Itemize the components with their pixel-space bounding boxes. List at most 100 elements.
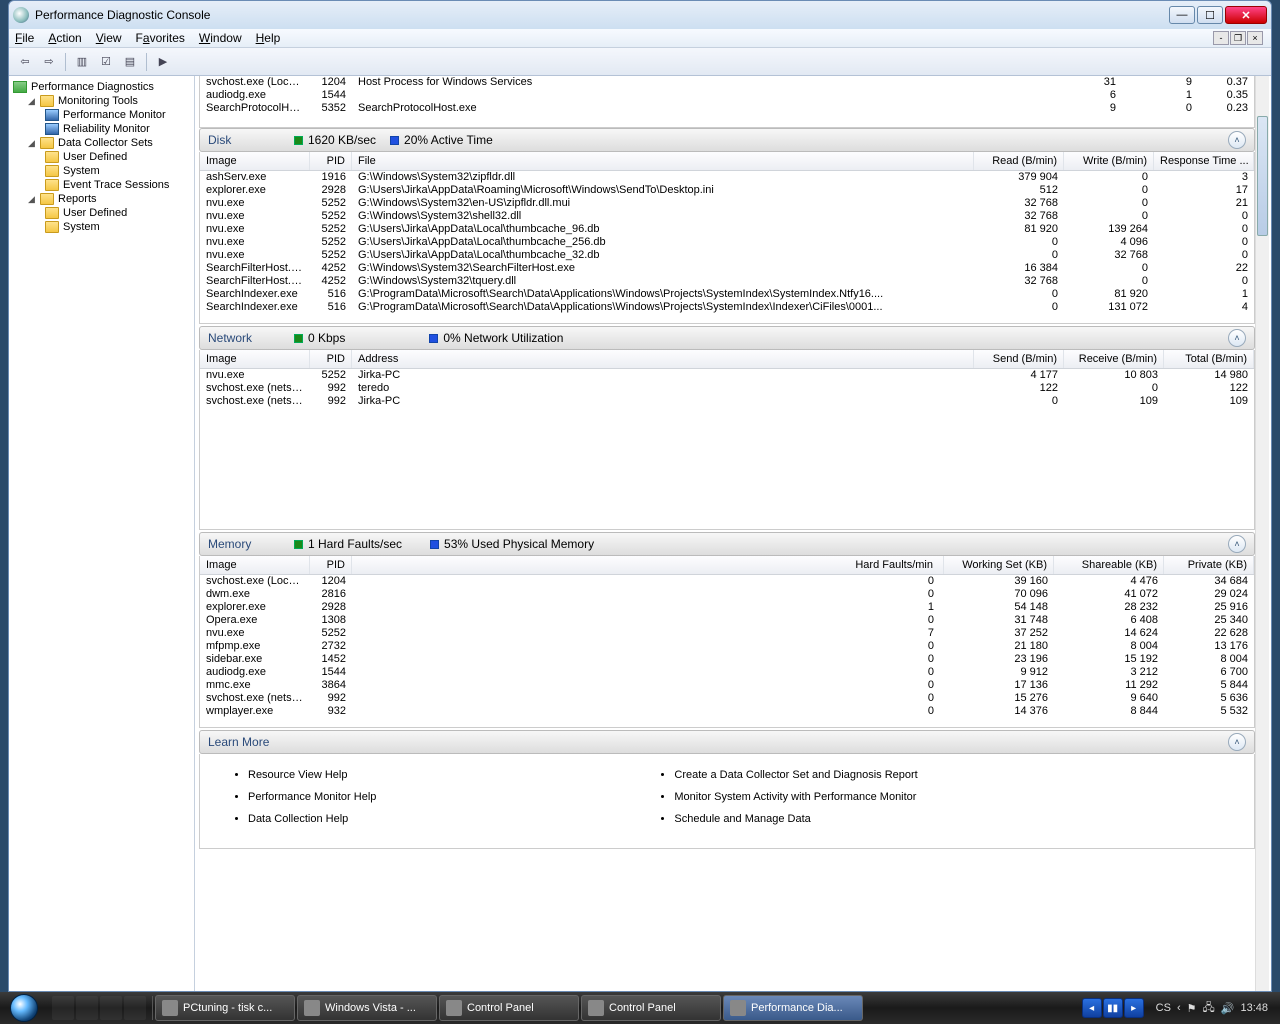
tree-performance-monitor[interactable]: Performance Monitor [11,108,192,122]
menu-help[interactable]: Help [256,31,281,45]
language-indicator[interactable]: CS [1156,1002,1171,1014]
tree-event-trace-sessions[interactable]: Event Trace Sessions [11,178,192,192]
help-link[interactable]: Performance Monitor Help [248,786,376,808]
main-content: svchost.exe (LocalS...1204Host Process f… [195,76,1271,991]
disk-columns[interactable]: ImagePIDFileRead (B/min)Write (B/min)Res… [200,152,1254,171]
table-row[interactable]: ashServ.exe1916G:\Windows\System32\zipfl… [200,171,1254,184]
table-row[interactable]: nvu.exe5252G:\Users\Jirka\AppData\Local\… [200,236,1254,249]
clock[interactable]: 13:48 [1240,1002,1268,1014]
table-row[interactable]: nvu.exe5252G:\Windows\System32\en-US\zip… [200,197,1254,210]
start-button[interactable] [4,992,44,1024]
table-row[interactable]: explorer.exe2928G:\Users\Jirka\AppData\R… [200,184,1254,197]
table-row[interactable]: mfpmp.exe2732021 1808 00413 176 [200,640,1254,653]
help-link[interactable]: Resource View Help [248,764,376,786]
tree-reliability-monitor[interactable]: Reliability Monitor [11,122,192,136]
table-row[interactable]: nvu.exe5252737 25214 62422 628 [200,627,1254,640]
table-row[interactable]: wmplayer.exe932014 3768 8445 532 [200,705,1254,718]
network-columns[interactable]: ImagePIDAddressSend (B/min)Receive (B/mi… [200,350,1254,369]
help-link[interactable]: Monitor System Activity with Performance… [674,786,917,808]
menu-action[interactable]: Action [48,31,81,45]
table-row[interactable]: nvu.exe5252Jirka-PC4 17710 80314 980 [200,369,1254,382]
help-link[interactable]: Data Collection Help [248,808,376,830]
table-row[interactable]: SearchProtocolHos...5352SearchProtocolHo… [200,102,1254,115]
collapse-button[interactable]: ˄ [1228,329,1246,347]
table-row[interactable]: nvu.exe5252G:\Windows\System32\shell32.d… [200,210,1254,223]
table-row[interactable]: nvu.exe5252G:\Users\Jirka\AppData\Local\… [200,223,1254,236]
back-button[interactable]: ⇦ [15,52,35,72]
forward-button[interactable]: ⇨ [39,52,59,72]
table-row[interactable]: audiodg.exe1544610.35 [200,89,1254,102]
collapse-button[interactable]: ˄ [1228,535,1246,553]
table-row[interactable]: mmc.exe3864017 13611 2925 844 [200,679,1254,692]
memory-columns[interactable]: ImagePIDHard Faults/minWorking Set (KB)S… [200,556,1254,575]
mdi-close-button[interactable]: × [1247,31,1263,45]
tree-data-collector-sets[interactable]: ◢Data Collector Sets [11,136,192,150]
show-hide-tree-button[interactable]: ▥ [72,52,92,72]
minimize-button[interactable] [1169,6,1195,24]
table-row[interactable]: sidebar.exe1452023 19615 1928 004 [200,653,1254,666]
disk-panel-header[interactable]: Disk 1620 KB/sec 20% Active Time ˄ [199,128,1255,152]
scrollbar-thumb[interactable] [1257,116,1268,236]
tray-expand-icon[interactable]: ‹ [1177,1002,1181,1014]
folder-icon [40,95,54,107]
table-row[interactable]: svchost.exe (netsvcs)992Jirka-PC0109109 [200,395,1254,408]
taskbar[interactable]: PCtuning - tisk c...Windows Vista - ...C… [0,992,1280,1024]
taskbar-button[interactable]: Control Panel [581,995,721,1021]
toolbar: ⇦ ⇨ ▥ ☑ ▤ ▶ [9,48,1271,76]
table-row[interactable]: svchost.exe (netsvcs)992teredo1220122 [200,382,1254,395]
cpu-panel-partial: svchost.exe (LocalS...1204Host Process f… [199,76,1255,128]
collapse-button[interactable]: ˄ [1228,733,1246,751]
menu-favorites[interactable]: Favorites [136,31,185,45]
table-row[interactable]: nvu.exe5252G:\Users\Jirka\AppData\Local\… [200,249,1254,262]
vertical-scrollbar[interactable] [1255,76,1269,991]
network-panel-header[interactable]: Network 0 Kbps 0% Network Utilization ˄ [199,326,1255,350]
table-row[interactable]: svchost.exe (netsvcs)992015 2769 6405 63… [200,692,1254,705]
menu-window[interactable]: Window [199,31,242,45]
wmp-toolbar[interactable]: ◂▮▮▸ [1082,998,1144,1018]
mdi-minimize-button[interactable]: - [1213,31,1229,45]
menu-view[interactable]: View [96,31,122,45]
collapse-button[interactable]: ˄ [1228,131,1246,149]
nav-tree[interactable]: Performance Diagnostics ◢Monitoring Tool… [9,76,195,991]
table-row[interactable]: svchost.exe (LocalS...1204039 1604 47634… [200,575,1254,588]
taskbar-button[interactable]: Control Panel [439,995,579,1021]
help-link[interactable]: Schedule and Manage Data [674,808,917,830]
tree-reports-user-defined[interactable]: User Defined [11,206,192,220]
table-row[interactable]: dwm.exe2816070 09641 07229 024 [200,588,1254,601]
help-link[interactable]: Create a Data Collector Set and Diagnosi… [674,764,917,786]
tree-root[interactable]: Performance Diagnostics [11,80,192,94]
tray-icon[interactable]: ⚑ [1187,1002,1197,1015]
mdi-restore-button[interactable]: ❐ [1230,31,1246,45]
table-row[interactable]: SearchFilterHost.exe4252G:\Windows\Syste… [200,262,1254,275]
table-row[interactable]: Opera.exe1308031 7486 40825 340 [200,614,1254,627]
tree-user-defined[interactable]: User Defined [11,150,192,164]
taskbar-button[interactable]: Performance Dia... [723,995,863,1021]
tree-monitoring-tools[interactable]: ◢Monitoring Tools [11,94,192,108]
stop-button[interactable] [177,52,197,72]
close-button[interactable] [1225,6,1267,24]
taskbar-button[interactable]: Windows Vista - ... [297,995,437,1021]
system-tray[interactable]: ◂▮▮▸ CS ‹ ⚑ 🖧 🔊 13:48 [1082,998,1276,1018]
table-row[interactable]: audiodg.exe154409 9123 2126 700 [200,666,1254,679]
play-button[interactable]: ▶ [153,52,173,72]
tree-reports[interactable]: ◢Reports [11,192,192,206]
network-icon[interactable]: 🖧 [1203,999,1215,1018]
tree-system[interactable]: System [11,164,192,178]
memory-panel-header[interactable]: Memory 1 Hard Faults/sec 53% Used Physic… [199,532,1255,556]
learn-more-header[interactable]: Learn More ˄ [199,730,1255,754]
tree-reports-system[interactable]: System [11,220,192,234]
table-row[interactable]: SearchIndexer.exe516G:\ProgramData\Micro… [200,288,1254,301]
taskbar-button[interactable]: PCtuning - tisk c... [155,995,295,1021]
titlebar[interactable]: Performance Diagnostic Console [9,1,1271,29]
table-row[interactable]: SearchIndexer.exe516G:\ProgramData\Micro… [200,301,1254,314]
separator [146,53,147,71]
properties-button[interactable]: ☑ [96,52,116,72]
view-button[interactable]: ▤ [120,52,140,72]
volume-icon[interactable]: 🔊 [1221,1002,1235,1015]
table-row[interactable]: explorer.exe2928154 14828 23225 916 [200,601,1254,614]
menu-file[interactable]: File [15,31,34,45]
quick-launch[interactable] [46,996,153,1020]
table-row[interactable]: SearchFilterHost.exe4252G:\Windows\Syste… [200,275,1254,288]
maximize-button[interactable] [1197,6,1223,24]
table-row[interactable]: svchost.exe (LocalS...1204Host Process f… [200,76,1254,89]
